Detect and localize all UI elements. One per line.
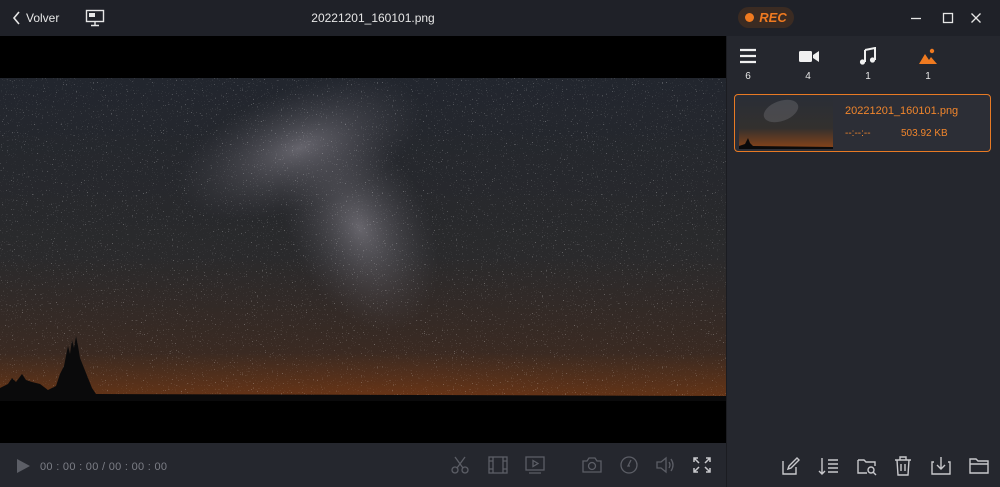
monitor-icon[interactable] bbox=[85, 9, 105, 27]
category-video[interactable]: 4 bbox=[788, 45, 828, 85]
video-camera-icon bbox=[799, 51, 819, 62]
record-dot-icon bbox=[745, 13, 755, 22]
play-icon[interactable] bbox=[15, 458, 31, 474]
category-image[interactable]: 1 bbox=[908, 45, 948, 85]
minimize-icon[interactable] bbox=[906, 8, 926, 28]
video-preview-icon[interactable] bbox=[524, 455, 546, 475]
music-note-icon bbox=[859, 47, 876, 65]
folder-search-icon[interactable] bbox=[856, 455, 878, 477]
scissors-icon[interactable] bbox=[449, 455, 471, 475]
speed-dial-icon[interactable] bbox=[618, 455, 640, 475]
recorder-app: Volver 20221201_160101.png REC 00: 00:… bbox=[0, 0, 1000, 487]
player-controls: 00 : 00 : 00 / 00 : 00 : 00 bbox=[0, 443, 726, 487]
volume-icon[interactable] bbox=[655, 455, 677, 475]
folder-icon[interactable] bbox=[968, 455, 990, 477]
trash-icon[interactable] bbox=[892, 455, 914, 477]
back-button[interactable]: Volver bbox=[12, 9, 59, 27]
category-all[interactable]: 6 bbox=[728, 45, 768, 85]
list-icon bbox=[740, 48, 756, 64]
preview-image bbox=[0, 78, 726, 401]
crop-frame-icon[interactable] bbox=[487, 455, 509, 475]
preview-area[interactable] bbox=[0, 36, 726, 443]
maximize-icon[interactable] bbox=[938, 8, 958, 28]
edit-icon[interactable] bbox=[780, 455, 802, 477]
file-list-item[interactable]: 20221201_160101.png --:--:-- 503.92 KB bbox=[734, 94, 991, 152]
fullscreen-icon[interactable] bbox=[691, 455, 713, 475]
close-icon[interactable] bbox=[966, 8, 986, 28]
time-display: 00 : 00 : 00 / 00 : 00 : 00 bbox=[40, 461, 168, 473]
category-count: 4 bbox=[805, 71, 811, 82]
category-audio[interactable]: 1 bbox=[848, 45, 888, 85]
media-panel: 6 4 1 1 20221201_160101.png --:--:-- 503… bbox=[726, 36, 1000, 487]
category-count: 1 bbox=[925, 71, 931, 82]
file-thumbnail bbox=[739, 97, 833, 149]
category-count: 1 bbox=[865, 71, 871, 82]
file-duration: --:--:-- bbox=[845, 128, 871, 139]
title-bar: Volver 20221201_160101.png REC bbox=[0, 0, 1000, 36]
camera-icon[interactable] bbox=[581, 455, 603, 475]
rec-button[interactable]: REC bbox=[738, 7, 794, 28]
sort-icon[interactable] bbox=[818, 455, 840, 477]
file-name: 20221201_160101.png bbox=[845, 105, 959, 117]
image-icon bbox=[919, 48, 937, 64]
file-title: 20221201_160101.png bbox=[311, 11, 435, 25]
chevron-left-icon bbox=[12, 11, 20, 25]
file-size: 503.92 KB bbox=[901, 128, 948, 139]
rec-label: REC bbox=[759, 10, 787, 25]
category-count: 6 bbox=[745, 71, 751, 82]
back-label: Volver bbox=[26, 11, 60, 25]
import-icon[interactable] bbox=[930, 455, 952, 477]
